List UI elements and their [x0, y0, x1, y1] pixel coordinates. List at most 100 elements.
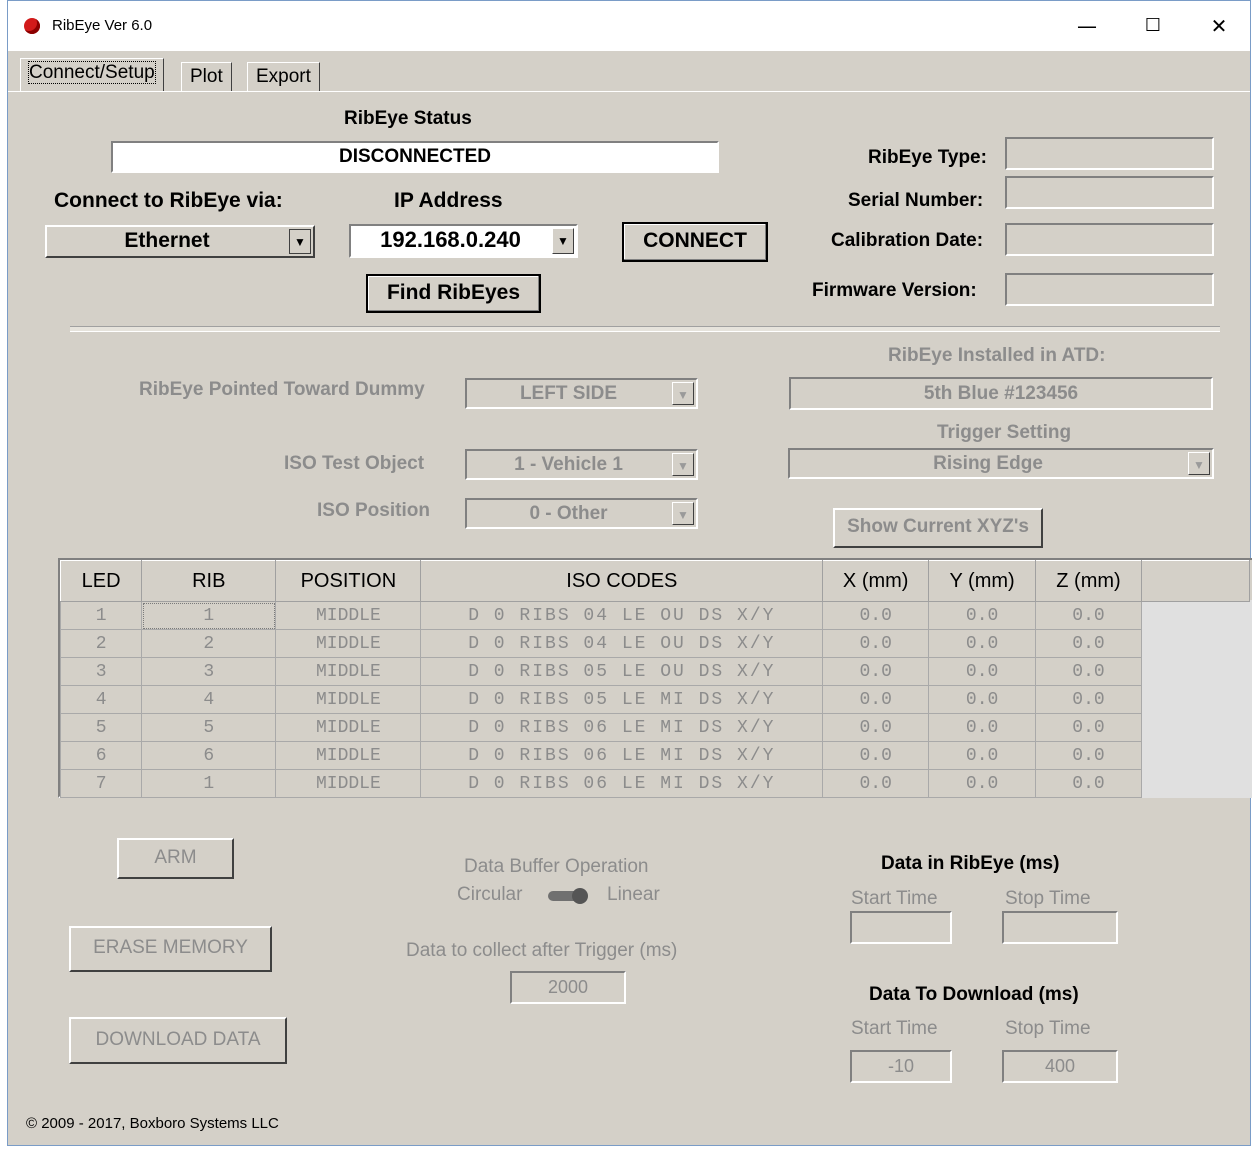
tab-plot[interactable]: Plot	[181, 62, 232, 92]
iso-test-object-select[interactable]: 1 - Vehicle 1 ▼	[465, 449, 698, 480]
chevron-down-icon: ▼	[552, 228, 574, 254]
ip-address-select[interactable]: 192.168.0.240 ▼	[349, 224, 578, 258]
cell-rib[interactable]: 1	[141, 769, 277, 798]
cell-y[interactable]: 0.0	[928, 657, 1037, 686]
maximize-button[interactable]: ☐	[1130, 11, 1176, 41]
cell-z[interactable]: 0.0	[1035, 685, 1142, 714]
cell-rib[interactable]: 6	[141, 741, 277, 770]
connection-type-value: Ethernet	[124, 229, 210, 252]
cell-position[interactable]: MIDDLE	[275, 769, 422, 798]
cell-z[interactable]: 0.0	[1035, 657, 1142, 686]
chevron-down-icon: ▼	[672, 382, 694, 405]
column-header-position[interactable]: POSITION	[275, 560, 422, 602]
iso-position-value: 0 - Other	[529, 503, 608, 524]
cell-x[interactable]: 0.0	[822, 741, 930, 770]
cell-rib[interactable]: 3	[141, 657, 277, 686]
download-stop-time-input[interactable]: 400	[1002, 1050, 1118, 1083]
erase-memory-button[interactable]: ERASE MEMORY	[69, 926, 272, 972]
cell-iso-codes[interactable]: D 0 RIBS 04 LE OU DS X/Y	[420, 601, 824, 630]
table-row[interactable]: 7 1 MIDDLE D 0 RIBS 06 LE MI DS X/Y 0.0 …	[59, 769, 1250, 798]
tab-export[interactable]: Export	[247, 62, 320, 92]
cell-iso-codes[interactable]: D 0 RIBS 06 LE MI DS X/Y	[420, 741, 824, 770]
tab-connect-setup[interactable]: Connect/Setup	[20, 58, 164, 92]
cell-blank	[1141, 769, 1250, 798]
cell-led[interactable]: 7	[59, 769, 143, 798]
column-header-led[interactable]: LED	[59, 560, 143, 602]
show-current-xyz-button[interactable]: Show Current XYZ's	[833, 508, 1043, 548]
cell-rib[interactable]: 1	[141, 601, 277, 630]
connect-button[interactable]: CONNECT	[622, 222, 768, 262]
cell-position[interactable]: MIDDLE	[275, 741, 422, 770]
column-header-iso-codes[interactable]: ISO CODES	[420, 560, 824, 602]
cell-led[interactable]: 2	[59, 629, 143, 658]
cell-y[interactable]: 0.0	[928, 769, 1037, 798]
cell-iso-codes[interactable]: D 0 RIBS 06 LE MI DS X/Y	[420, 769, 824, 798]
column-header-rib[interactable]: RIB	[141, 560, 277, 602]
cell-position[interactable]: MIDDLE	[275, 685, 422, 714]
cell-rib[interactable]: 5	[141, 713, 277, 742]
cell-z[interactable]: 0.0	[1035, 741, 1142, 770]
cell-iso-codes[interactable]: D 0 RIBS 06 LE MI DS X/Y	[420, 713, 824, 742]
cell-y[interactable]: 0.0	[928, 629, 1037, 658]
download-data-button[interactable]: DOWNLOAD DATA	[69, 1017, 287, 1064]
iso-position-select[interactable]: 0 - Other ▼	[465, 498, 698, 529]
buffer-mode-toggle[interactable]	[548, 888, 588, 904]
cell-y[interactable]: 0.0	[928, 713, 1037, 742]
cell-led[interactable]: 6	[59, 741, 143, 770]
cell-position[interactable]: MIDDLE	[275, 601, 422, 630]
cell-z[interactable]: 0.0	[1035, 629, 1142, 658]
cell-y[interactable]: 0.0	[928, 741, 1037, 770]
cell-x[interactable]: 0.0	[822, 657, 930, 686]
cell-y[interactable]: 0.0	[928, 601, 1037, 630]
cell-position[interactable]: MIDDLE	[275, 713, 422, 742]
cell-led[interactable]: 3	[59, 657, 143, 686]
chevron-down-icon: ▼	[289, 229, 311, 254]
minimize-button[interactable]: —	[1064, 11, 1110, 41]
cell-iso-codes[interactable]: D 0 RIBS 05 LE MI DS X/Y	[420, 685, 824, 714]
cell-z[interactable]: 0.0	[1035, 601, 1142, 630]
table-row[interactable]: 4 4 MIDDLE D 0 RIBS 05 LE MI DS X/Y 0.0 …	[59, 685, 1250, 714]
download-start-time-input[interactable]: -10	[850, 1050, 952, 1083]
table-row[interactable]: 3 3 MIDDLE D 0 RIBS 05 LE OU DS X/Y 0.0 …	[59, 657, 1250, 686]
cell-x[interactable]: 0.0	[822, 769, 930, 798]
table-row[interactable]: 5 5 MIDDLE D 0 RIBS 06 LE MI DS X/Y 0.0 …	[59, 713, 1250, 742]
trigger-setting-select[interactable]: Rising Edge ▼	[788, 448, 1214, 479]
connection-type-select[interactable]: Ethernet ▼	[45, 225, 315, 258]
column-header-x[interactable]: X (mm)	[822, 560, 930, 602]
table-row[interactable]: 6 6 MIDDLE D 0 RIBS 06 LE MI DS X/Y 0.0 …	[59, 741, 1250, 770]
table-row[interactable]: 2 2 MIDDLE D 0 RIBS 04 LE OU DS X/Y 0.0 …	[59, 629, 1250, 658]
column-header-z[interactable]: Z (mm)	[1035, 560, 1142, 602]
pointed-toward-select[interactable]: LEFT SIDE ▼	[465, 378, 698, 409]
close-button[interactable]: ✕	[1196, 11, 1242, 41]
cell-x[interactable]: 0.0	[822, 601, 930, 630]
arm-button[interactable]: ARM	[117, 838, 234, 879]
download-stop-time-label: Stop Time	[1005, 1018, 1091, 1039]
cell-z[interactable]: 0.0	[1035, 769, 1142, 798]
iso-test-object-label: ISO Test Object	[284, 453, 425, 474]
ribeye-start-time-field	[850, 911, 952, 944]
cell-position[interactable]: MIDDLE	[275, 657, 422, 686]
cell-rib[interactable]: 4	[141, 685, 277, 714]
tab-plot-label: Plot	[190, 66, 223, 87]
cell-z[interactable]: 0.0	[1035, 713, 1142, 742]
cell-y[interactable]: 0.0	[928, 685, 1037, 714]
cell-led[interactable]: 5	[59, 713, 143, 742]
chevron-down-icon: ▼	[672, 502, 694, 525]
cell-x[interactable]: 0.0	[822, 685, 930, 714]
cell-rib[interactable]: 2	[141, 629, 277, 658]
cell-blank	[1141, 713, 1250, 742]
cell-led[interactable]: 4	[59, 685, 143, 714]
cell-led[interactable]: 1	[59, 601, 143, 630]
cell-iso-codes[interactable]: D 0 RIBS 04 LE OU DS X/Y	[420, 629, 824, 658]
cell-position[interactable]: MIDDLE	[275, 629, 422, 658]
find-ribeyes-button[interactable]: Find RibEyes	[366, 274, 541, 313]
section-separator	[70, 326, 1220, 332]
after-trigger-input[interactable]: 2000	[510, 971, 626, 1004]
buffer-operation-label: Data Buffer Operation	[464, 856, 649, 877]
cell-x[interactable]: 0.0	[822, 713, 930, 742]
serial-number-field	[1005, 176, 1214, 209]
column-header-y[interactable]: Y (mm)	[928, 560, 1037, 602]
cell-x[interactable]: 0.0	[822, 629, 930, 658]
table-row[interactable]: 1 1 MIDDLE D 0 RIBS 04 LE OU DS X/Y 0.0 …	[59, 601, 1250, 630]
cell-iso-codes[interactable]: D 0 RIBS 05 LE OU DS X/Y	[420, 657, 824, 686]
